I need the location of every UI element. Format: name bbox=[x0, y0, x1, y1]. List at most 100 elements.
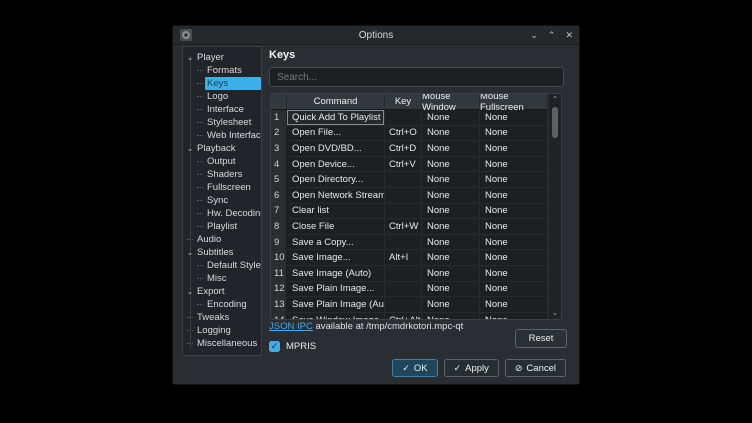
cell-mouse-window[interactable]: None bbox=[422, 172, 480, 188]
chevron-down-icon[interactable]: ⌄ bbox=[185, 288, 195, 295]
sidebar-item-output[interactable]: Output bbox=[183, 155, 261, 168]
cell-mouse-fullscreen[interactable]: None bbox=[480, 235, 548, 251]
maximize-icon[interactable]: ⌃ bbox=[548, 31, 556, 40]
scrollbar-thumb[interactable] bbox=[552, 107, 558, 138]
chevron-down-icon[interactable]: ⌄ bbox=[185, 249, 195, 256]
cell-mouse-fullscreen[interactable]: None bbox=[480, 172, 548, 188]
chevron-down-icon[interactable]: ⌄ bbox=[185, 54, 195, 61]
sidebar-item-tweaks[interactable]: Tweaks bbox=[183, 311, 261, 324]
cell-key[interactable] bbox=[385, 235, 422, 251]
ok-button[interactable]: ✓ OK bbox=[392, 359, 437, 377]
sidebar-item-playlist[interactable]: Playlist bbox=[183, 220, 261, 233]
cell-mouse-window[interactable]: None bbox=[422, 126, 480, 142]
cell-mouse-fullscreen[interactable]: None bbox=[480, 110, 548, 126]
cell-mouse-window[interactable]: None bbox=[422, 141, 480, 157]
cell-mouse-window[interactable]: None bbox=[422, 110, 480, 126]
minimize-icon[interactable]: ⌄ bbox=[530, 31, 538, 40]
sidebar-item-subtitles[interactable]: ⌄Subtitles bbox=[183, 246, 261, 259]
close-icon[interactable]: ✕ bbox=[565, 31, 573, 40]
sidebar-item-stylesheet[interactable]: Stylesheet bbox=[183, 116, 261, 129]
cell-command[interactable]: Save a Copy... bbox=[287, 235, 385, 251]
search-input[interactable] bbox=[269, 67, 564, 87]
column-header-command[interactable]: Command bbox=[287, 94, 385, 110]
cell-command[interactable]: Open Directory... bbox=[287, 172, 385, 188]
cell-command[interactable]: Open Network Stream... bbox=[287, 188, 385, 204]
cell-command[interactable]: Open DVD/BD... bbox=[287, 141, 385, 157]
cell-command[interactable]: Close File bbox=[287, 219, 385, 235]
cell-mouse-fullscreen[interactable]: None bbox=[480, 141, 548, 157]
cell-key[interactable] bbox=[385, 204, 422, 220]
chevron-down-icon[interactable]: ⌄ bbox=[185, 145, 195, 152]
cell-mouse-window[interactable]: None bbox=[422, 297, 480, 313]
cell-key[interactable]: Ctrl+O bbox=[385, 126, 422, 142]
cell-mouse-fullscreen[interactable]: None bbox=[480, 219, 548, 235]
cell-mouse-window[interactable]: None bbox=[422, 157, 480, 173]
sidebar-item-web-interface[interactable]: Web Interface bbox=[183, 129, 261, 142]
cell-key[interactable] bbox=[385, 110, 422, 126]
sidebar-item-formats[interactable]: Formats bbox=[183, 64, 261, 77]
cell-mouse-window[interactable]: None bbox=[422, 204, 480, 220]
cell-key[interactable] bbox=[385, 297, 422, 313]
apply-button[interactable]: ✓ Apply bbox=[444, 359, 499, 377]
mpris-checkbox[interactable]: ✓ bbox=[269, 341, 280, 352]
sidebar-item-player[interactable]: ⌄Player bbox=[183, 51, 261, 64]
cell-key[interactable]: Ctrl+Alt+I bbox=[385, 313, 422, 319]
cell-command[interactable]: Save Plain Image (Auto) bbox=[287, 297, 385, 313]
sidebar-item-hw-decoding[interactable]: Hw. Decoding bbox=[183, 207, 261, 220]
cell-mouse-fullscreen[interactable]: None bbox=[480, 188, 548, 204]
cell-key[interactable] bbox=[385, 282, 422, 298]
cell-mouse-fullscreen[interactable]: None bbox=[480, 126, 548, 142]
cell-mouse-fullscreen[interactable]: None bbox=[480, 157, 548, 173]
cell-key[interactable] bbox=[385, 266, 422, 282]
sidebar-item-shaders[interactable]: Shaders bbox=[183, 168, 261, 181]
sidebar-item-logging[interactable]: Logging bbox=[183, 324, 261, 337]
column-header-key[interactable]: Key bbox=[385, 94, 422, 110]
sidebar-item-playback[interactable]: ⌄Playback bbox=[183, 142, 261, 155]
cell-key[interactable] bbox=[385, 172, 422, 188]
column-header-mouse-fullscreen[interactable]: Mouse Fullscreen bbox=[480, 94, 548, 110]
cell-mouse-window[interactable]: None bbox=[422, 235, 480, 251]
cell-command[interactable]: Open Device... bbox=[287, 157, 385, 173]
cell-mouse-window[interactable]: None bbox=[422, 282, 480, 298]
cell-mouse-fullscreen[interactable]: None bbox=[480, 204, 548, 220]
cell-mouse-window[interactable]: None bbox=[422, 250, 480, 266]
sidebar-item-logo[interactable]: Logo bbox=[183, 90, 261, 103]
sidebar-item-encoding[interactable]: Encoding bbox=[183, 298, 261, 311]
scroll-up-icon[interactable]: ⌃ bbox=[549, 95, 561, 105]
json-ipc-link[interactable]: JSON IPC bbox=[269, 321, 313, 332]
cell-command[interactable]: Save Image... bbox=[287, 250, 385, 266]
cell-command[interactable]: Quick Add To Playlist bbox=[287, 110, 385, 126]
vertical-scrollbar[interactable]: ⌃ ⌄ bbox=[548, 94, 561, 319]
sidebar-item-export[interactable]: ⌄Export bbox=[183, 285, 261, 298]
cell-key[interactable]: Ctrl+V bbox=[385, 157, 422, 173]
cell-key[interactable] bbox=[385, 188, 422, 204]
sidebar-item-miscellaneous[interactable]: Miscellaneous bbox=[183, 337, 261, 350]
cell-mouse-fullscreen[interactable]: None bbox=[480, 282, 548, 298]
cell-key[interactable]: Alt+I bbox=[385, 250, 422, 266]
cell-mouse-fullscreen[interactable]: None bbox=[480, 297, 548, 313]
cell-command[interactable]: Open File... bbox=[287, 126, 385, 142]
scroll-down-icon[interactable]: ⌄ bbox=[549, 308, 561, 318]
titlebar[interactable]: Options ⌄ ⌃ ✕ bbox=[173, 26, 579, 45]
cell-command[interactable]: Save Window Image... bbox=[287, 313, 385, 319]
cell-mouse-window[interactable]: None bbox=[422, 219, 480, 235]
sidebar-item-audio[interactable]: Audio bbox=[183, 233, 261, 246]
sidebar-item-misc[interactable]: Misc bbox=[183, 272, 261, 285]
cell-key[interactable]: Ctrl+D bbox=[385, 141, 422, 157]
reset-button[interactable]: Reset bbox=[515, 329, 567, 348]
cell-command[interactable]: Save Image (Auto) bbox=[287, 266, 385, 282]
column-header-mouse-window[interactable]: Mouse Window bbox=[422, 94, 480, 110]
sidebar-item-keys[interactable]: Keys bbox=[183, 77, 261, 90]
sidebar-item-default-style[interactable]: Default Style bbox=[183, 259, 261, 272]
sidebar-item-interface[interactable]: Interface bbox=[183, 103, 261, 116]
cell-command[interactable]: Save Plain Image... bbox=[287, 282, 385, 298]
cell-mouse-fullscreen[interactable]: None bbox=[480, 266, 548, 282]
sidebar-item-sync[interactable]: Sync bbox=[183, 194, 261, 207]
cancel-button[interactable]: ⊘ Cancel bbox=[505, 359, 566, 377]
sidebar-item-fullscreen[interactable]: Fullscreen bbox=[183, 181, 261, 194]
cell-mouse-window[interactable]: None bbox=[422, 266, 480, 282]
cell-mouse-fullscreen[interactable]: None bbox=[480, 250, 548, 266]
cell-mouse-window[interactable]: None bbox=[422, 188, 480, 204]
cell-mouse-window[interactable]: None bbox=[422, 313, 480, 319]
cell-command[interactable]: Clear list bbox=[287, 204, 385, 220]
